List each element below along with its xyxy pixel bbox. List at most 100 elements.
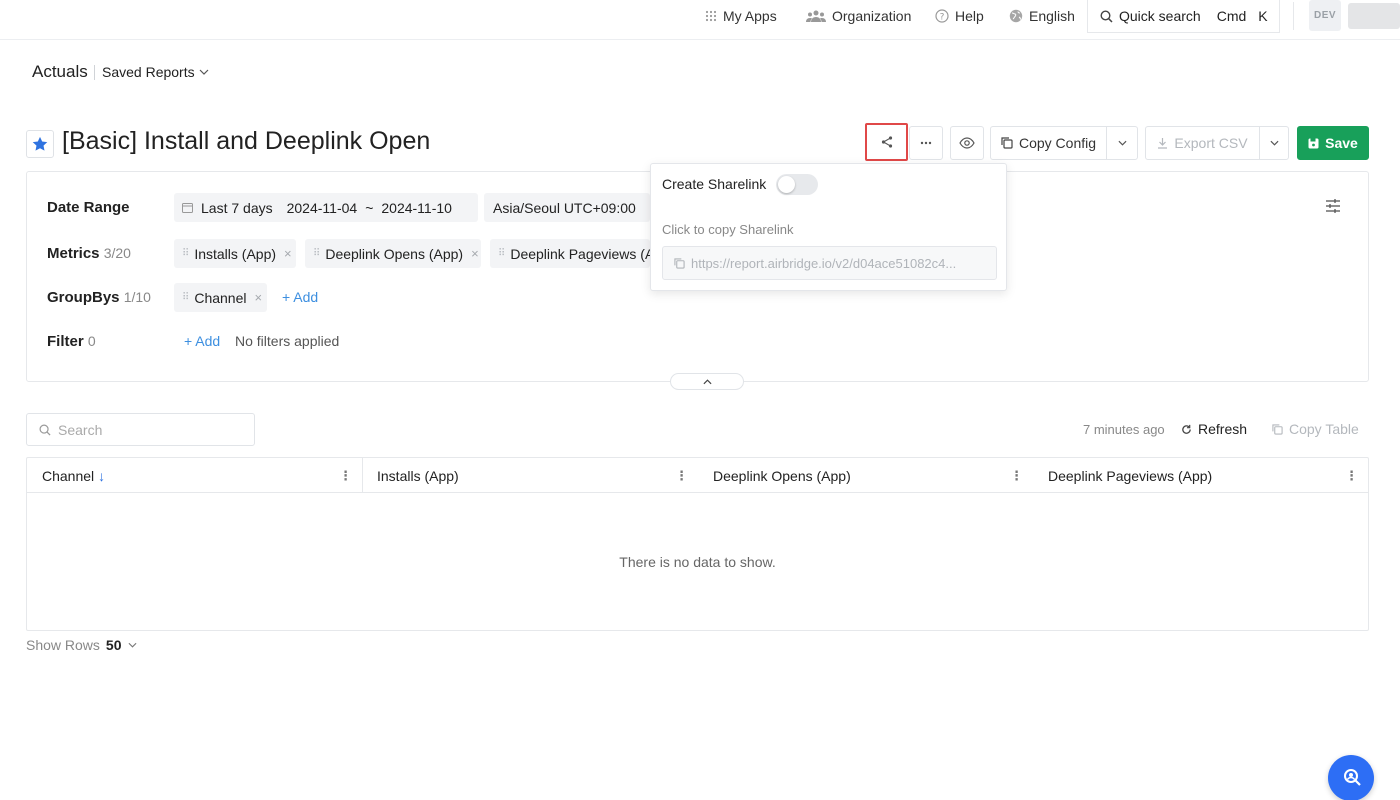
metric-chip-label: Deeplink Pageviews (App)	[510, 245, 650, 262]
save-label: Save	[1325, 135, 1358, 151]
table-header: Channel ↓ ⋮ Installs (App) ⋮ Deeplink Op…	[27, 458, 1368, 493]
save-icon	[1308, 138, 1319, 148]
table-search-input[interactable]: Search	[26, 413, 255, 446]
refresh-icon	[1182, 424, 1191, 434]
date-preset: Last 7 days	[201, 199, 273, 216]
column-menu-icon[interactable]: ⋮	[1345, 468, 1358, 484]
refresh-button[interactable]: Refresh	[1181, 421, 1247, 437]
help-link[interactable]: ? Help	[935, 0, 984, 31]
organization-link[interactable]: Organization	[806, 0, 911, 31]
language-selector[interactable]: English	[1009, 0, 1075, 31]
column-label: Channel	[42, 467, 95, 484]
drag-handle-icon[interactable]: ⠿	[313, 248, 320, 259]
sharelink-url-field[interactable]: https://report.airbridge.io/v2/d04ace510…	[662, 246, 997, 280]
sharelink-url: https://report.airbridge.io/v2/d04ace510…	[691, 255, 957, 271]
share-button[interactable]	[865, 123, 908, 161]
help-icon: ?	[935, 8, 949, 23]
user-menu[interactable]	[1348, 3, 1400, 29]
column-menu-icon[interactable]: ⋮	[339, 468, 352, 484]
quick-search-button[interactable]: Quick search Cmd K	[1087, 0, 1280, 33]
copy-config-dropdown[interactable]	[1106, 126, 1138, 160]
remove-icon[interactable]: ×	[284, 246, 292, 261]
chevron-up-icon	[702, 378, 712, 384]
groupbys-count: 1/10	[123, 289, 151, 305]
column-header-channel[interactable]: Channel ↓ ⋮	[27, 458, 362, 493]
share-icon	[881, 136, 892, 148]
topbar-divider	[1293, 2, 1294, 30]
remove-icon[interactable]: ×	[471, 246, 479, 261]
metric-chip[interactable]: ⠿ Deeplink Pageviews (App)	[490, 239, 650, 268]
column-label: Installs (App)	[377, 467, 459, 484]
my-apps-label: My Apps	[723, 7, 777, 24]
add-filter-button[interactable]: + Add	[184, 333, 220, 349]
copy-config-label: Copy Config	[1018, 135, 1097, 151]
date-tilde: ~	[365, 199, 374, 216]
remove-icon[interactable]: ×	[254, 290, 262, 305]
column-header-deeplink-opens[interactable]: Deeplink Opens (App) ⋮	[698, 458, 1033, 493]
show-rows-selector[interactable]: Show Rows 50	[26, 637, 137, 653]
save-button[interactable]: Save	[1297, 126, 1369, 160]
saved-reports-label: Saved Reports	[102, 64, 195, 80]
groupbys-label: GroupBys 1/10	[47, 289, 151, 306]
filter-count: 0	[87, 333, 96, 349]
column-label: Deeplink Pageviews (App)	[1048, 467, 1213, 484]
column-header-deeplink-pageviews[interactable]: Deeplink Pageviews (App) ⋮	[1033, 458, 1368, 493]
metrics-label: Metrics 3/20	[47, 245, 131, 262]
breadcrumb-actuals: Actuals	[32, 62, 88, 81]
show-rows-value: 50	[105, 637, 122, 653]
people-icon	[806, 10, 826, 22]
export-csv-dropdown[interactable]	[1259, 126, 1289, 160]
chevron-down-icon	[1117, 140, 1127, 146]
ellipsis-icon	[920, 141, 932, 145]
help-label: Help	[955, 7, 984, 24]
copy-config-button[interactable]: Copy Config	[990, 126, 1107, 160]
shortcut-mod: Cmd	[1216, 8, 1247, 24]
view-icon	[959, 137, 975, 149]
favorite-button[interactable]	[26, 130, 54, 158]
date-start: 2024-11-04	[286, 199, 358, 216]
copy-table-button[interactable]: Copy Table	[1272, 421, 1359, 437]
column-menu-icon[interactable]: ⋮	[1010, 468, 1023, 484]
column-menu-icon[interactable]: ⋮	[675, 468, 688, 484]
groupby-chip[interactable]: ⠿ Channel ×	[174, 283, 267, 312]
copy-table-label: Copy Table	[1289, 421, 1359, 437]
data-table: Channel ↓ ⋮ Installs (App) ⋮ Deeplink Op…	[26, 457, 1369, 631]
breadcrumb-divider	[94, 65, 95, 80]
sliders-icon[interactable]	[1325, 198, 1341, 217]
add-groupby-button[interactable]: + Add	[282, 289, 318, 305]
report-title: [Basic] Install and Deeplink Open	[62, 127, 431, 155]
chevron-down-icon	[128, 642, 136, 648]
metrics-count: 3/20	[103, 245, 131, 261]
export-csv-button[interactable]: Export CSV	[1145, 126, 1260, 160]
chevron-down-icon	[1269, 140, 1279, 146]
metric-chip[interactable]: ⠿ Installs (App) ×	[174, 239, 296, 268]
show-rows-label: Show Rows	[26, 637, 100, 653]
metric-chip[interactable]: ⠿ Deeplink Opens (App) ×	[305, 239, 481, 268]
groupby-chip-label: Channel	[194, 289, 247, 306]
help-search-fab[interactable]	[1328, 755, 1374, 800]
more-options-button[interactable]	[909, 126, 943, 160]
search-icon	[1100, 9, 1113, 23]
drag-handle-icon[interactable]: ⠿	[182, 248, 189, 259]
globe-icon	[1009, 9, 1023, 22]
preview-button[interactable]	[950, 126, 984, 160]
sharelink-toggle[interactable]	[776, 174, 818, 195]
organization-label: Organization	[832, 7, 912, 24]
copy-icon	[1272, 423, 1283, 435]
drag-handle-icon[interactable]: ⠿	[182, 292, 189, 303]
search-people-icon	[1344, 769, 1361, 786]
my-apps-link[interactable]: My Apps	[705, 0, 777, 31]
search-placeholder: Search	[58, 421, 103, 438]
sort-indicator[interactable]: ↓	[98, 468, 105, 484]
column-header-installs[interactable]: Installs (App) ⋮	[362, 458, 698, 493]
collapse-panel-button[interactable]	[670, 373, 744, 390]
sharelink-hint: Click to copy Sharelink	[662, 222, 794, 237]
metric-chip-label: Deeplink Opens (App)	[325, 245, 464, 262]
date-range-picker[interactable]: Last 7 days 2024-11-04 ~ 2024-11-10	[174, 193, 478, 222]
saved-reports-dropdown[interactable]: Saved Reports	[102, 64, 209, 80]
date-end: 2024-11-10	[381, 199, 452, 216]
sharelink-title: Create Sharelink	[662, 176, 767, 192]
top-bar: My Apps Organization ? Help English Quic…	[0, 0, 1400, 40]
timezone-selector[interactable]: Asia/Seoul UTC+09:00	[484, 193, 650, 222]
drag-handle-icon[interactable]: ⠿	[498, 248, 505, 259]
